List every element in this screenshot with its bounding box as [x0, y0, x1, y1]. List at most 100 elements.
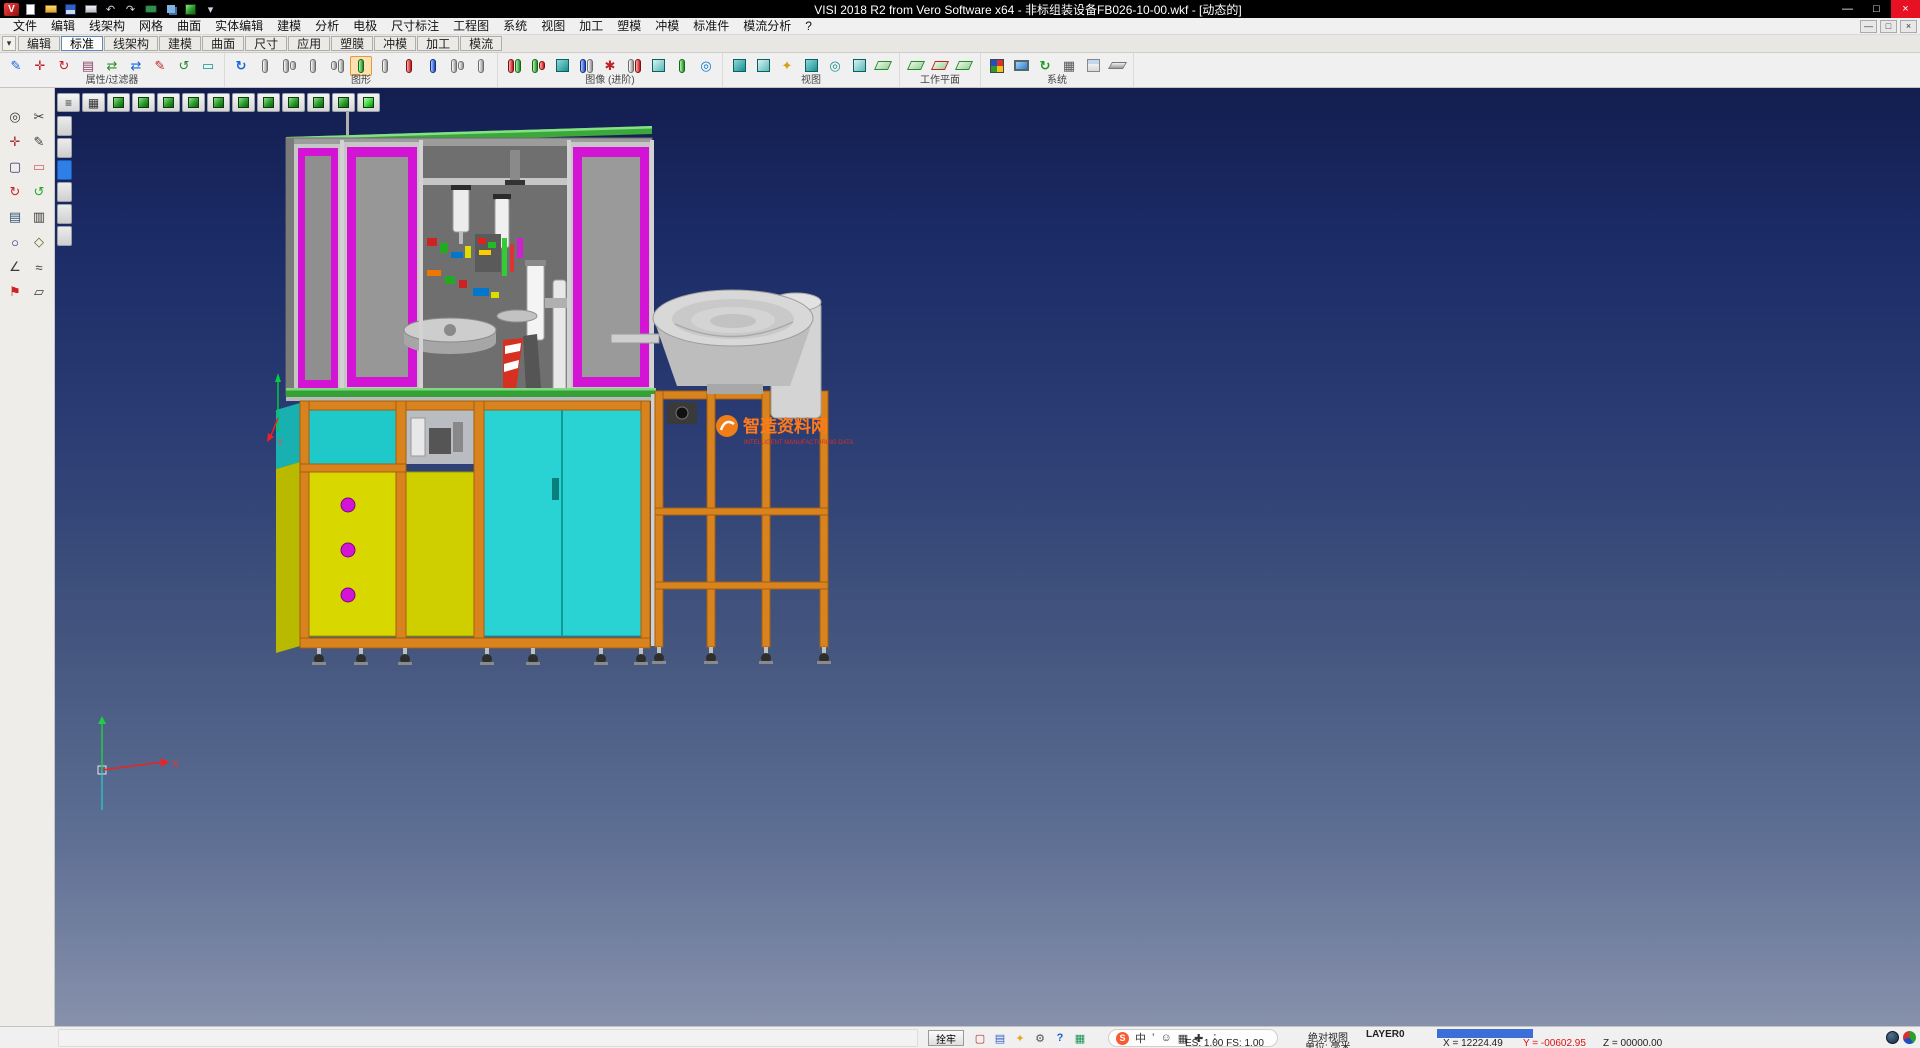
- shade-green-icon[interactable]: [671, 56, 693, 76]
- view-sun-icon[interactable]: ✦: [776, 56, 798, 76]
- system-refresh-icon[interactable]: ↻: [1034, 56, 1056, 76]
- diamond-tool-icon[interactable]: ◇: [28, 231, 50, 253]
- shade-blue-icon[interactable]: [575, 56, 597, 76]
- view-pair-icon[interactable]: [800, 56, 822, 76]
- 3d-viewport[interactable]: ≡ ▦: [55, 88, 1920, 1026]
- menu-mesh[interactable]: 网格: [132, 18, 170, 34]
- strip-button-active[interactable]: [57, 160, 72, 180]
- menu-standard-parts[interactable]: 标准件: [686, 18, 736, 34]
- filter-swap-icon[interactable]: ⇄: [101, 56, 123, 76]
- menu-solid-edit[interactable]: 实体编辑: [208, 18, 270, 34]
- menu-system[interactable]: 系统: [496, 18, 534, 34]
- layer-manager-icon[interactable]: ▤: [4, 206, 26, 228]
- menu-file[interactable]: 文件: [6, 18, 44, 34]
- filter-pen-icon[interactable]: ✎: [149, 56, 171, 76]
- mdi-close-button[interactable]: ×: [1900, 20, 1917, 33]
- attribute-paint-icon[interactable]: ✎: [5, 56, 27, 76]
- ime-emoji-icon[interactable]: ☺: [1160, 1032, 1171, 1044]
- minimize-button[interactable]: —: [1833, 0, 1862, 18]
- inspect-icon[interactable]: ◎: [695, 56, 717, 76]
- tab-flow[interactable]: 模流: [460, 36, 502, 51]
- menu-surface[interactable]: 曲面: [170, 18, 208, 34]
- menu-mould[interactable]: 塑模: [610, 18, 648, 34]
- clipboard-icon[interactable]: ▥: [28, 206, 50, 228]
- layers-stack-icon[interactable]: [162, 2, 179, 17]
- column-icon-6[interactable]: [446, 56, 468, 76]
- axon-view-button-2[interactable]: [332, 93, 355, 112]
- strip-button-1[interactable]: [57, 116, 72, 136]
- command-prompt-field[interactable]: [58, 1029, 918, 1047]
- tab-standard[interactable]: 标准: [61, 36, 103, 51]
- shade-pair-icon[interactable]: [623, 56, 645, 76]
- highlight-icon[interactable]: ✱: [599, 56, 621, 76]
- workplane-icon-1[interactable]: [905, 56, 927, 76]
- column-red-icon[interactable]: [398, 56, 420, 76]
- view-cube-icon[interactable]: [182, 2, 199, 17]
- column-icon-5[interactable]: [374, 56, 396, 76]
- qat-dropdown-icon[interactable]: ▾: [202, 2, 219, 17]
- column-icon-2[interactable]: [278, 56, 300, 76]
- menu-modeling[interactable]: 建模: [270, 18, 308, 34]
- open-folder-icon[interactable]: [42, 2, 59, 17]
- rotate-ccw-icon[interactable]: ↺: [28, 181, 50, 203]
- globe-icon[interactable]: [1886, 1031, 1899, 1044]
- view-menu-button[interactable]: ≡: [57, 93, 80, 112]
- tab-progress[interactable]: 冲模: [374, 36, 416, 51]
- filter-undo-icon[interactable]: ↺: [173, 56, 195, 76]
- color-palette-icon[interactable]: [986, 56, 1008, 76]
- undo-icon[interactable]: ↶: [102, 2, 119, 17]
- tab-mould[interactable]: 塑膜: [331, 36, 373, 51]
- image-icon[interactable]: ▤: [992, 1030, 1008, 1046]
- filter-swap2-icon[interactable]: ⇄: [125, 56, 147, 76]
- calculator-icon[interactable]: [1082, 56, 1104, 76]
- menu-analysis[interactable]: 分析: [308, 18, 346, 34]
- front-view-button[interactable]: [182, 93, 205, 112]
- ime-punctuation-icon[interactable]: ’: [1152, 1032, 1154, 1044]
- eraser-icon[interactable]: ▭: [28, 156, 50, 178]
- shade-rg-icon[interactable]: [503, 56, 525, 76]
- tab-machining[interactable]: 加工: [417, 36, 459, 51]
- strip-button-2[interactable]: [57, 138, 72, 158]
- workplane-slab-icon[interactable]: [1106, 56, 1128, 76]
- rotate-cw-icon[interactable]: ↻: [4, 181, 26, 203]
- bottom-view-button[interactable]: [282, 93, 305, 112]
- view-plane-icon[interactable]: [872, 56, 894, 76]
- zoom-icon[interactable]: ◎: [4, 106, 26, 128]
- tab-edit[interactable]: 编辑: [18, 36, 60, 51]
- workplane-icon-3[interactable]: [953, 56, 975, 76]
- menu-help[interactable]: ?: [798, 18, 819, 34]
- strip-button-4[interactable]: [57, 182, 72, 202]
- axon-view-button-1[interactable]: [307, 93, 330, 112]
- angle-tool-icon[interactable]: ∠: [4, 256, 26, 278]
- mdi-minimize-button[interactable]: —: [1860, 20, 1877, 33]
- dynamic-view-button[interactable]: [357, 93, 380, 112]
- view-light-icon[interactable]: [752, 56, 774, 76]
- tab-application[interactable]: 应用: [288, 36, 330, 51]
- iso-view-button-2[interactable]: [132, 93, 155, 112]
- curve-tool-icon[interactable]: ≈: [28, 256, 50, 278]
- ime-language-toggle[interactable]: 中: [1135, 1030, 1146, 1046]
- tab-dropdown-icon[interactable]: ▾: [2, 36, 16, 51]
- close-button[interactable]: ×: [1891, 0, 1920, 18]
- view-shaded-icon[interactable]: [728, 56, 750, 76]
- iso-view-button-1[interactable]: [107, 93, 130, 112]
- back-view-button[interactable]: [257, 93, 280, 112]
- gear-icon[interactable]: ⚙: [1032, 1030, 1048, 1046]
- left-view-button[interactable]: [232, 93, 255, 112]
- new-document-icon[interactable]: [22, 2, 39, 17]
- marquee-select-icon[interactable]: ▢: [4, 156, 26, 178]
- top-view-button[interactable]: [157, 93, 180, 112]
- key-icon[interactable]: ✦: [1012, 1030, 1028, 1046]
- visi-logo-icon[interactable]: V: [4, 3, 19, 16]
- view-window-button[interactable]: ▦: [82, 93, 105, 112]
- tab-dimension[interactable]: 尺寸: [245, 36, 287, 51]
- sogou-logo-icon[interactable]: S: [1116, 1032, 1129, 1045]
- menu-machining[interactable]: 加工: [572, 18, 610, 34]
- page-icon[interactable]: ▱: [28, 281, 50, 303]
- render-block-icon[interactable]: [551, 56, 573, 76]
- maximize-button[interactable]: □: [1862, 0, 1891, 18]
- circle-tool-icon[interactable]: ○: [4, 231, 26, 253]
- tab-surface[interactable]: 曲面: [202, 36, 244, 51]
- attribute-match-icon[interactable]: ✛: [29, 56, 51, 76]
- menu-progress[interactable]: 冲模: [648, 18, 686, 34]
